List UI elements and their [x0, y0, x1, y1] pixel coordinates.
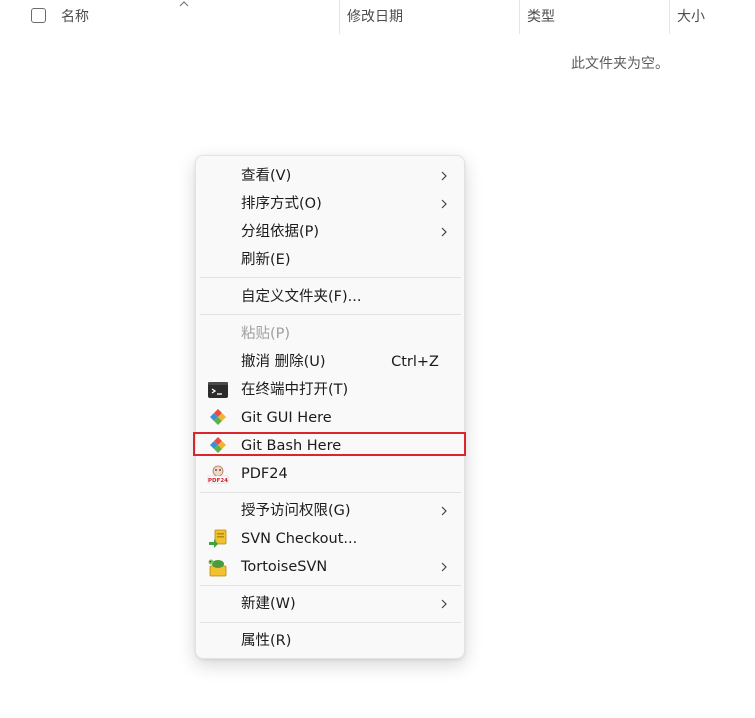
menu-item-sort[interactable]: 排序方式(O) — [196, 190, 464, 218]
menu-item-label: SVN Checkout... — [241, 531, 358, 547]
menu-item-customize-folder[interactable]: 自定义文件夹(F)... — [196, 283, 464, 311]
svn-checkout-icon — [209, 529, 227, 548]
menu-separator — [200, 492, 461, 493]
menu-item-properties[interactable]: 属性(R) — [196, 627, 464, 655]
menu-item-tortoisesvn[interactable]: TortoiseSVN — [196, 553, 464, 581]
terminal-icon — [208, 382, 228, 398]
menu-item-pdf24[interactable]: PDF24 PDF24 — [196, 460, 464, 488]
git-icon — [210, 409, 226, 425]
menu-separator — [200, 622, 461, 623]
menu-item-open-terminal[interactable]: 在终端中打开(T) — [196, 376, 464, 404]
column-divider[interactable] — [669, 0, 670, 34]
empty-folder-message: 此文件夹为空。 — [571, 56, 669, 72]
menu-item-undo-delete[interactable]: 撤消 删除(U) Ctrl+Z — [196, 348, 464, 376]
menu-item-group-by[interactable]: 分组依据(P) — [196, 218, 464, 246]
menu-item-label: Git GUI Here — [241, 410, 332, 426]
menu-item-label: 属性(R) — [241, 633, 292, 649]
chevron-right-icon — [441, 227, 447, 237]
chevron-right-icon — [441, 562, 447, 572]
sort-ascending-icon — [179, 1, 189, 7]
menu-item-label: 授予访问权限(G) — [241, 503, 351, 519]
menu-item-new[interactable]: 新建(W) — [196, 590, 464, 618]
menu-item-label: 分组依据(P) — [241, 224, 320, 240]
menu-item-refresh[interactable]: 刷新(E) — [196, 246, 464, 274]
menu-item-git-bash[interactable]: Git Bash Here — [196, 432, 464, 460]
menu-item-label: 刷新(E) — [241, 252, 291, 268]
pdf24-icon: PDF24 — [207, 465, 229, 484]
menu-item-grant-access[interactable]: 授予访问权限(G) — [196, 497, 464, 525]
chevron-right-icon — [441, 171, 447, 181]
menu-separator — [200, 585, 461, 586]
explorer-window: 名称 修改日期 类型 大小 此文件夹为空。 查看(V) 排序方式(O) 分组依据… — [0, 0, 755, 718]
menu-separator — [200, 314, 461, 315]
menu-item-label: 自定义文件夹(F)... — [241, 289, 362, 305]
select-all-checkbox[interactable] — [31, 8, 46, 23]
menu-item-label: PDF24 — [241, 466, 288, 482]
chevron-right-icon — [441, 506, 447, 516]
menu-item-label: 在终端中打开(T) — [241, 382, 349, 398]
menu-item-label: 排序方式(O) — [241, 196, 322, 212]
column-size-header[interactable]: 大小 — [677, 0, 705, 34]
menu-item-git-gui[interactable]: Git GUI Here — [196, 404, 464, 432]
column-divider[interactable] — [519, 0, 520, 34]
menu-item-label: TortoiseSVN — [241, 559, 328, 575]
column-name-header[interactable]: 名称 — [61, 0, 89, 34]
git-icon — [210, 437, 226, 453]
menu-item-paste: 粘贴(P) — [196, 320, 464, 348]
menu-item-label: 查看(V) — [241, 168, 292, 184]
column-divider[interactable] — [339, 0, 340, 34]
context-menu: 查看(V) 排序方式(O) 分组依据(P) 刷新(E) 自定义文件夹(F)...… — [195, 155, 465, 659]
tortoisesvn-icon — [208, 559, 227, 577]
column-header: 名称 修改日期 类型 大小 — [0, 0, 755, 34]
menu-item-label: Git Bash Here — [241, 438, 342, 454]
menu-item-label: 粘贴(P) — [241, 326, 291, 342]
column-modified-header[interactable]: 修改日期 — [347, 0, 403, 34]
chevron-right-icon — [441, 199, 447, 209]
column-type-header[interactable]: 类型 — [527, 0, 555, 34]
svg-text:PDF24: PDF24 — [208, 478, 228, 484]
menu-item-shortcut: Ctrl+Z — [391, 354, 439, 370]
chevron-right-icon — [441, 599, 447, 609]
menu-item-svn-checkout[interactable]: SVN Checkout... — [196, 525, 464, 553]
menu-separator — [200, 277, 461, 278]
menu-item-label: 撤消 删除(U) — [241, 354, 326, 370]
menu-item-view[interactable]: 查看(V) — [196, 162, 464, 190]
menu-item-label: 新建(W) — [241, 596, 296, 612]
